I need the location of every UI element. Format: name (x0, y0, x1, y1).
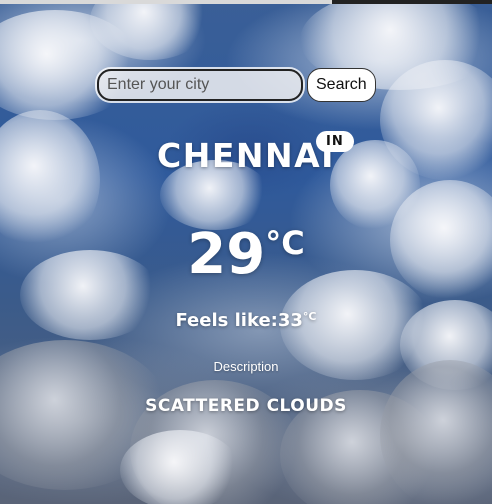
temperature-value: 29 (187, 222, 266, 287)
feels-like-unit: °C (302, 310, 317, 323)
search-bar: Search (97, 68, 376, 102)
browser-top-edge-dark (332, 0, 492, 4)
feels-like: Feels like:33°C (0, 310, 492, 331)
temperature-unit: °C (265, 224, 305, 262)
description-label: Description (213, 359, 279, 374)
city-name: CHENNAI (157, 136, 335, 175)
search-button[interactable]: Search (307, 68, 376, 102)
temperature-display: 29°C (0, 222, 492, 287)
weather-description: SCATTERED CLOUDS (145, 396, 347, 416)
city-search-input[interactable] (97, 69, 303, 101)
country-badge: IN (316, 131, 354, 152)
feels-like-value: 33 (277, 310, 303, 331)
feels-like-label: Feels like: (175, 310, 278, 331)
location-block: CHENNAI (0, 136, 492, 175)
